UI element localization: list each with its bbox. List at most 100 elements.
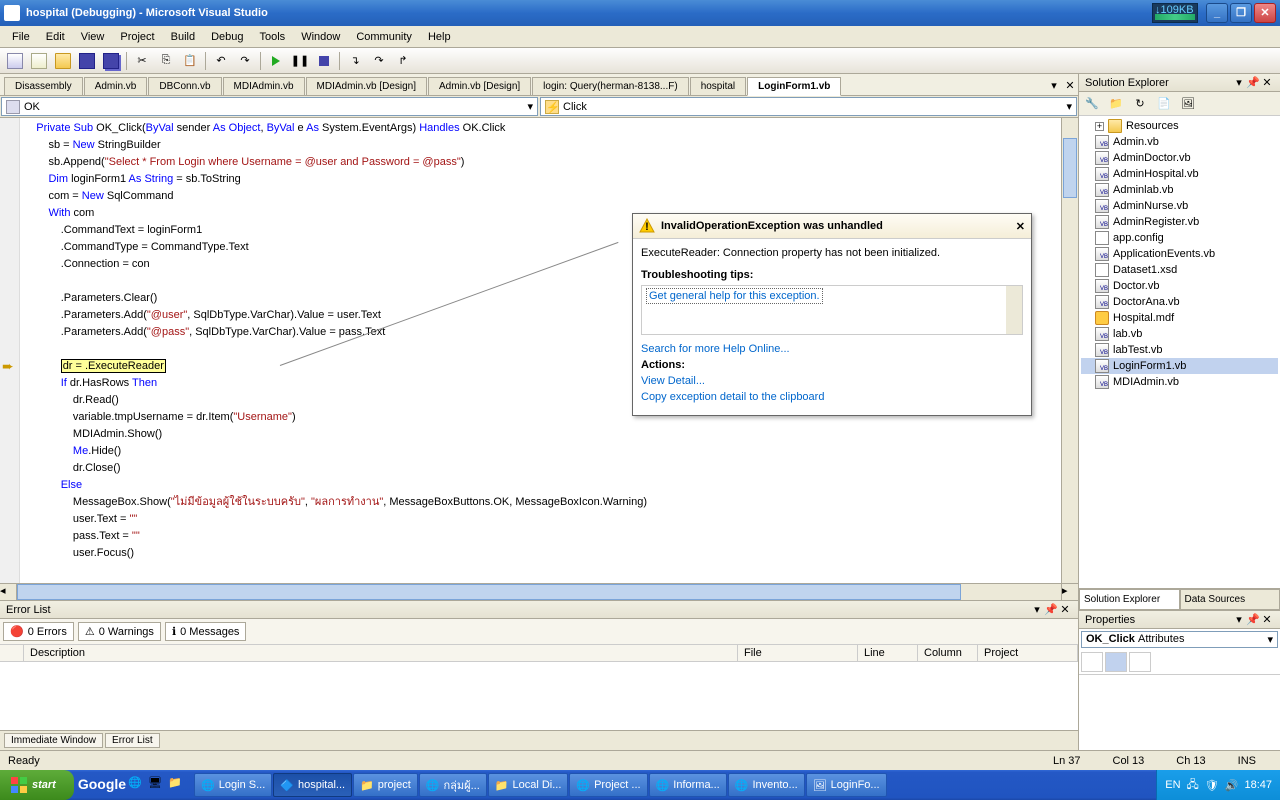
filter-warn-button[interactable]: ⚠0 Warnings — [78, 622, 161, 641]
tree-item[interactable]: Dataset1.xsd — [1081, 262, 1278, 278]
right-panel-tab[interactable]: Data Sources — [1180, 589, 1280, 610]
tab-close-button[interactable]: ✕ — [1062, 79, 1078, 95]
tree-item[interactable]: AdminHospital.vb — [1081, 166, 1278, 182]
error-col-header[interactable]: Column — [918, 645, 978, 661]
se-dropdown-button[interactable]: ▾ — [1232, 76, 1246, 89]
tree-item[interactable]: lab.vb — [1081, 326, 1278, 342]
taskbar-button[interactable]: 🔷hospital... — [273, 773, 352, 797]
doc-tab[interactable]: MDIAdmin.vb [Design] — [306, 77, 427, 95]
tree-item[interactable]: DoctorAna.vb — [1081, 294, 1278, 310]
close-button[interactable]: ✕ — [1254, 3, 1276, 23]
taskbar-button[interactable]: 🌐Login S... — [194, 773, 272, 797]
doc-tab[interactable]: Disassembly — [4, 77, 83, 95]
exception-close-button[interactable]: ✕ — [1016, 220, 1025, 233]
right-panel-tab[interactable]: Solution Explorer — [1079, 589, 1180, 610]
tray-volume-icon[interactable]: 🔊 — [1225, 779, 1239, 792]
member-dropdown[interactable]: ⚡ Click ▾ — [540, 97, 1077, 116]
menu-edit[interactable]: Edit — [38, 29, 73, 45]
step-over-button[interactable]: ↷ — [368, 50, 390, 72]
tree-item[interactable]: Hospital.mdf — [1081, 310, 1278, 326]
panel-dropdown-button[interactable]: ▾ — [1030, 603, 1044, 616]
error-col-header[interactable]: Project — [978, 645, 1078, 661]
stop-button[interactable] — [313, 50, 335, 72]
props-dropdown-button[interactable]: ▾ — [1232, 613, 1246, 626]
ql-explorer-icon[interactable]: 📁 — [168, 776, 186, 794]
taskbar-button[interactable]: 🌐Informa... — [649, 773, 727, 797]
start-button[interactable]: start — [0, 770, 74, 800]
view-detail-link[interactable]: View Detail... — [641, 375, 1023, 387]
tray-network-icon[interactable]: 🖧 — [1187, 776, 1199, 795]
doc-tab[interactable]: Admin.vb — [84, 77, 148, 95]
menu-project[interactable]: Project — [112, 29, 162, 45]
step-out-button[interactable]: ↱ — [392, 50, 414, 72]
taskbar-button[interactable]: 📁project — [353, 773, 418, 797]
error-col-header[interactable]: File — [738, 645, 858, 661]
tree-item[interactable]: Adminlab.vb — [1081, 182, 1278, 198]
undo-button[interactable]: ↶ — [210, 50, 232, 72]
doc-tab[interactable]: Admin.vb [Design] — [428, 77, 531, 95]
menu-view[interactable]: View — [73, 29, 113, 45]
tray-clock[interactable]: 18:47 — [1244, 779, 1272, 791]
props-pages-button[interactable] — [1129, 652, 1151, 672]
se-refresh-button[interactable]: ↻ — [1129, 93, 1151, 115]
paste-button[interactable]: 📋 — [179, 50, 201, 72]
menu-build[interactable]: Build — [163, 29, 203, 45]
horizontal-scrollbar[interactable]: ◂ ▸ — [0, 583, 1078, 600]
pause-button[interactable]: ❚❚ — [289, 50, 311, 72]
props-close-button[interactable]: ✕ — [1260, 613, 1274, 626]
doc-tab[interactable]: login: Query(herman-8138...F) — [532, 77, 689, 95]
new-project-button[interactable] — [4, 50, 26, 72]
tray-lang[interactable]: EN — [1165, 779, 1180, 791]
menu-debug[interactable]: Debug — [203, 29, 251, 45]
tree-item[interactable]: LoginForm1.vb — [1081, 358, 1278, 374]
tree-item[interactable]: labTest.vb — [1081, 342, 1278, 358]
filter-info-button[interactable]: ℹ0 Messages — [165, 622, 247, 641]
menu-file[interactable]: File — [4, 29, 38, 45]
tree-item[interactable]: ApplicationEvents.vb — [1081, 246, 1278, 262]
redo-button[interactable]: ↷ — [234, 50, 256, 72]
code-editor[interactable]: ➨ Private Sub OK_Click(ByVal sender As O… — [0, 118, 1078, 583]
tree-item[interactable]: Admin.vb — [1081, 134, 1278, 150]
bottom-tab[interactable]: Error List — [105, 733, 160, 748]
se-close-button[interactable]: ✕ — [1260, 76, 1274, 89]
menu-tools[interactable]: Tools — [252, 29, 294, 45]
tab-list-button[interactable]: ▾ — [1046, 79, 1062, 95]
tree-item[interactable]: MDIAdmin.vb — [1081, 374, 1278, 390]
properties-grid[interactable] — [1079, 675, 1280, 750]
props-categorized-button[interactable] — [1081, 652, 1103, 672]
error-col-header[interactable] — [0, 645, 24, 661]
panel-close-button[interactable]: ✕ — [1058, 603, 1072, 616]
se-show-all-button[interactable]: 📁 — [1105, 93, 1127, 115]
step-into-button[interactable]: ↴ — [344, 50, 366, 72]
tree-item[interactable]: AdminRegister.vb — [1081, 214, 1278, 230]
doc-tab[interactable]: LoginForm1.vb — [747, 77, 841, 96]
doc-tab[interactable]: MDIAdmin.vb — [223, 77, 305, 95]
general-help-link[interactable]: Get general help for this exception. — [646, 288, 823, 304]
menu-help[interactable]: Help — [420, 29, 459, 45]
taskbar-button[interactable]: 📁Local Di... — [488, 773, 569, 797]
tree-item[interactable]: Doctor.vb — [1081, 278, 1278, 294]
tree-item[interactable]: +Resources — [1081, 118, 1278, 134]
tray-shield-icon[interactable]: 🛡 — [1205, 779, 1219, 792]
save-all-button[interactable] — [100, 50, 122, 72]
doc-tab[interactable]: hospital — [690, 77, 746, 95]
taskbar-button[interactable]: 🌐Project ... — [569, 773, 647, 797]
menu-window[interactable]: Window — [293, 29, 348, 45]
error-col-header[interactable]: Line — [858, 645, 918, 661]
menu-community[interactable]: Community — [348, 29, 420, 45]
tips-scrollbar[interactable] — [1006, 286, 1022, 334]
tree-item[interactable]: AdminNurse.vb — [1081, 198, 1278, 214]
maximize-button[interactable]: ❐ — [1230, 3, 1252, 23]
save-button[interactable] — [76, 50, 98, 72]
minimize-button[interactable]: _ — [1206, 3, 1228, 23]
taskbar-button[interactable]: 🌐กลุ่มผู้... — [419, 773, 487, 797]
solution-tree[interactable]: +ResourcesAdmin.vbAdminDoctor.vbAdminHos… — [1079, 116, 1280, 588]
google-deskbar[interactable]: Google — [78, 776, 126, 794]
perf-monitor[interactable]: ↓109KB — [1152, 3, 1198, 23]
taskbar-button[interactable]: 🖼LoginFo... — [806, 773, 887, 797]
ql-desktop-icon[interactable]: 🖥 — [148, 776, 166, 794]
start-debug-button[interactable] — [265, 50, 287, 72]
search-online-link[interactable]: Search for more Help Online... — [641, 343, 1023, 355]
se-properties-button[interactable]: 🔧 — [1081, 93, 1103, 115]
props-alpha-button[interactable] — [1105, 652, 1127, 672]
